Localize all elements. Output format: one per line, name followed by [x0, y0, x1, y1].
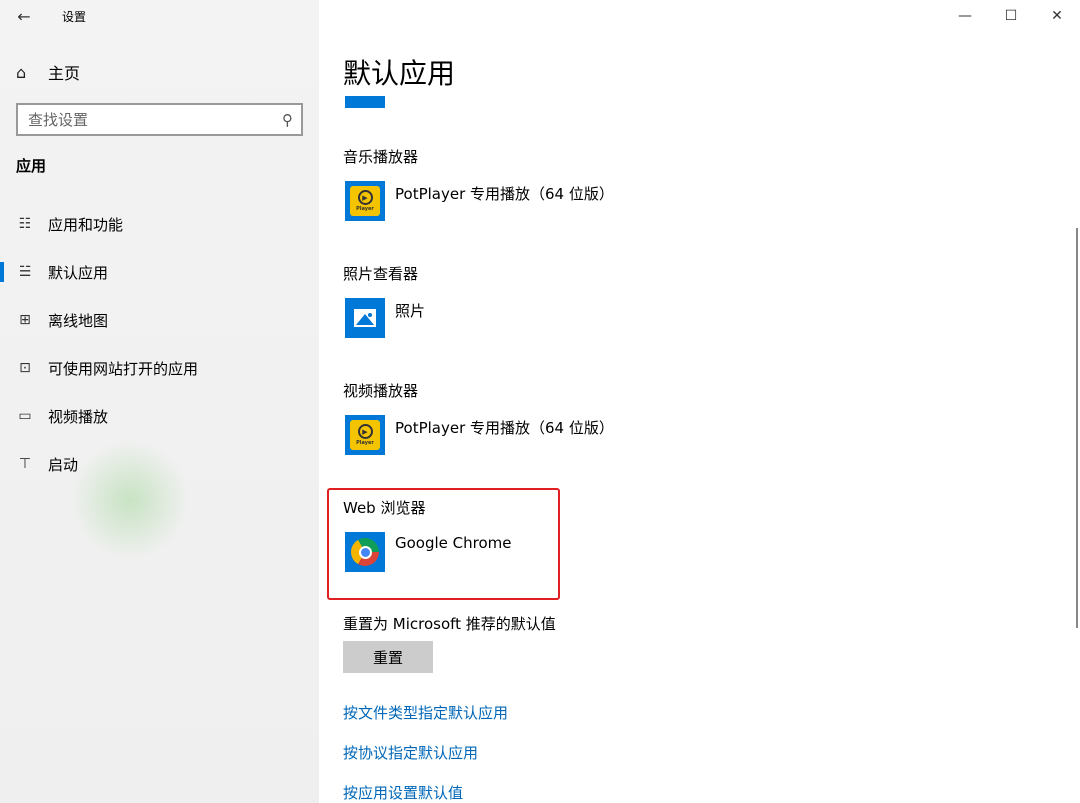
reset-button[interactable]: 重置	[343, 641, 433, 673]
close-icon: ✕	[1051, 8, 1063, 24]
startup-icon: ⊤	[18, 456, 32, 472]
potplayer-icon: ▶ Player	[345, 181, 385, 221]
back-arrow-icon: ←	[17, 6, 31, 26]
group-label: 音乐播放器	[343, 148, 419, 166]
section-title: 应用	[16, 157, 47, 175]
title-bar: ← 设置	[0, 0, 319, 32]
app-name: PotPlayer 专用播放（64 位版）	[395, 419, 614, 437]
back-button[interactable]: ←	[0, 0, 48, 32]
potplayer-icon: ▶ Player	[345, 415, 385, 455]
sidebar-item-label: 可使用网站打开的应用	[48, 359, 199, 378]
link-by-app[interactable]: 按应用设置默认值	[343, 782, 463, 803]
maximize-icon: ☐	[1004, 8, 1018, 24]
link-by-protocol[interactable]: 按协议指定默认应用	[343, 742, 478, 763]
sidebar-item-apps-features[interactable]: ☷ 应用和功能	[0, 200, 319, 248]
app-name: 照片	[395, 302, 426, 320]
potplayer-badge: Player	[356, 206, 374, 212]
app-selector[interactable]: ▶ Player PotPlayer 专用播放（64 位版）	[343, 181, 614, 221]
search-input[interactable]	[28, 110, 268, 129]
default-apps-icon: ☱	[18, 264, 32, 280]
open-with-website-icon: ⊡	[19, 360, 31, 376]
group-label: 视频播放器	[343, 382, 419, 400]
page-title: 默认应用	[343, 57, 456, 90]
default-web-browser: Web 浏览器 Google Chrome	[343, 497, 512, 572]
app-selector[interactable]: ▶ Player PotPlayer 专用播放（64 位版）	[343, 415, 614, 455]
sidebar: ← 设置 ⌂ 主页 ⚲ 应用 ☷ 应用和功能 ☱ 默认应用 ⊞ 离线地图 ⊡ 可…	[0, 0, 319, 803]
minimize-button[interactable]: —	[942, 0, 988, 32]
sidebar-item-offline-maps[interactable]: ⊞ 离线地图	[0, 296, 319, 344]
default-photo-viewer: 照片查看器 照片	[343, 263, 425, 338]
sidebar-item-startup[interactable]: ⊤ 启动	[0, 440, 319, 488]
sidebar-item-default-apps[interactable]: ☱ 默认应用	[0, 248, 319, 296]
default-video-player: 视频播放器 ▶ Player PotPlayer 专用播放（64 位版）	[343, 380, 614, 455]
sidebar-nav: ☷ 应用和功能 ☱ 默认应用 ⊞ 离线地图 ⊡ 可使用网站打开的应用 ▭ 视频播…	[0, 200, 319, 488]
scrolled-app-tile	[345, 96, 385, 108]
home-label: 主页	[48, 64, 81, 83]
link-by-file-type[interactable]: 按文件类型指定默认应用	[343, 702, 508, 723]
home-nav-item[interactable]: ⌂ 主页	[16, 58, 80, 86]
app-name: Google Chrome	[395, 534, 512, 552]
default-music-player: 音乐播放器 ▶ Player PotPlayer 专用播放（64 位版）	[343, 146, 614, 221]
group-label: 照片查看器	[343, 265, 419, 283]
sidebar-item-label: 启动	[48, 455, 79, 474]
minimize-icon: —	[958, 8, 972, 24]
home-icon: ⌂	[16, 62, 27, 82]
main-content: — ☐ ✕ 默认应用 音乐播放器 ▶ Player PotPlayer 专用播放（…	[319, 0, 1080, 803]
window-controls: — ☐ ✕	[942, 0, 1080, 32]
sidebar-item-video-playback[interactable]: ▭ 视频播放	[0, 392, 319, 440]
app-selector[interactable]: 照片	[343, 298, 425, 338]
video-playback-icon: ▭	[18, 408, 32, 424]
maximize-button[interactable]: ☐	[988, 0, 1034, 32]
app-name: PotPlayer 专用播放（64 位版）	[395, 185, 614, 203]
sidebar-item-label: 离线地图	[48, 311, 109, 330]
close-button[interactable]: ✕	[1034, 0, 1080, 32]
search-box[interactable]: ⚲	[16, 103, 303, 136]
sidebar-item-label: 默认应用	[48, 263, 109, 282]
window-title: 设置	[62, 9, 87, 24]
sidebar-item-label: 视频播放	[48, 407, 109, 426]
sidebar-item-apps-for-websites[interactable]: ⊡ 可使用网站打开的应用	[0, 344, 319, 392]
offline-map-icon: ⊞	[19, 312, 31, 328]
app-selector[interactable]: Google Chrome	[343, 532, 512, 572]
reset-label: 重置为 Microsoft 推荐的默认值	[343, 615, 556, 633]
search-icon[interactable]: ⚲	[282, 111, 293, 129]
chrome-icon	[345, 532, 385, 572]
scrollbar[interactable]	[1076, 228, 1078, 628]
photos-icon	[345, 298, 385, 338]
apps-list-icon: ☷	[18, 216, 32, 232]
group-label: Web 浏览器	[343, 499, 426, 517]
sidebar-item-label: 应用和功能	[48, 215, 124, 234]
potplayer-badge: Player	[356, 440, 374, 446]
